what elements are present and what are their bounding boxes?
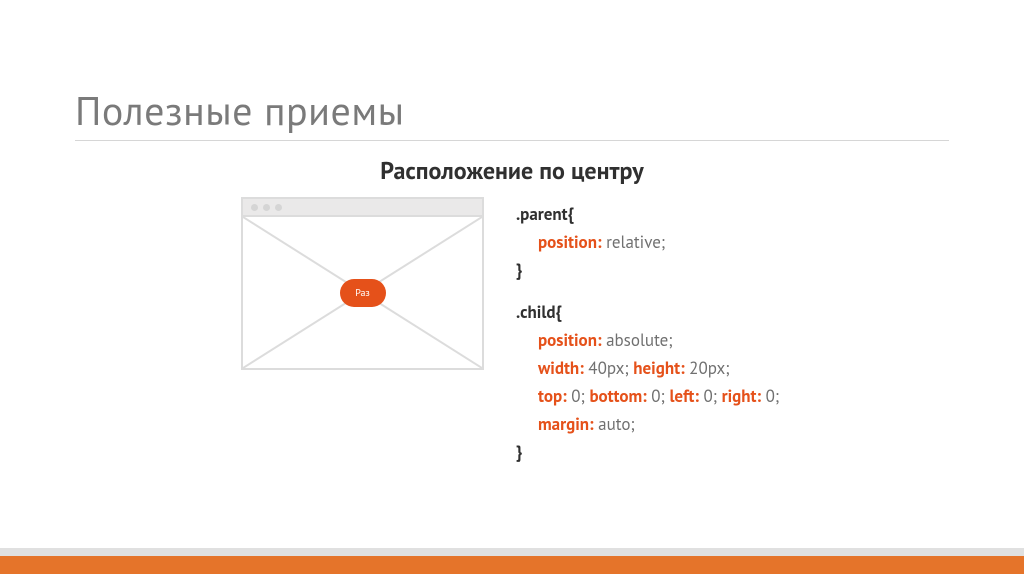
css-value: 0; [647,385,670,407]
css-value: 0; [699,385,722,407]
browser-viewport: Раз [243,217,482,368]
code-block: .parent{ position: relative; } .child{ p… [516,200,779,466]
code-line: position: relative; [516,228,779,256]
brace: } [516,441,522,463]
css-property: bottom: [589,385,646,407]
browser-titlebar [243,199,482,217]
code-line: margin: auto; [516,410,779,438]
css-property: position: [538,329,602,351]
browser-mockup: Раз [241,197,484,370]
code-line: } [516,438,779,466]
css-value: 20px; [685,357,730,379]
title-underline [75,140,949,141]
css-property: top: [538,385,567,407]
css-property: right: [722,385,761,407]
css-value: 0; [567,385,590,407]
code-line: top: 0; bottom: 0; left: 0; right: 0; [516,382,779,410]
window-dot-icon [275,204,282,211]
css-value: auto; [594,413,635,435]
slide-title: Полезные приемы [75,85,405,137]
selector: .parent{ [516,203,574,225]
css-value: 40px; [584,357,634,379]
code-line: position: absolute; [516,326,779,354]
code-line: .parent{ [516,200,779,228]
code-line: width: 40px; height: 20px; [516,354,779,382]
slide: Полезные приемы Расположение по центру Р… [0,0,1024,574]
css-property: height: [633,357,684,379]
selector: .child{ [516,301,562,323]
css-property: margin: [538,413,594,435]
css-property: width: [538,357,584,379]
css-property: left: [669,385,698,407]
footer-bar-orange [0,556,1024,574]
brace: } [516,259,522,281]
css-value: absolute; [602,329,673,351]
centered-pill: Раз [340,279,386,307]
code-line: .child{ [516,298,779,326]
css-property: position: [538,231,602,253]
slide-footer [0,548,1024,574]
css-value: relative; [602,231,666,253]
css-value: 0; [761,385,779,407]
code-line: } [516,256,779,284]
slide-subtitle: Расположение по центру [0,155,1024,186]
window-dot-icon [263,204,270,211]
window-dot-icon [251,204,258,211]
footer-bar-light [0,548,1024,556]
